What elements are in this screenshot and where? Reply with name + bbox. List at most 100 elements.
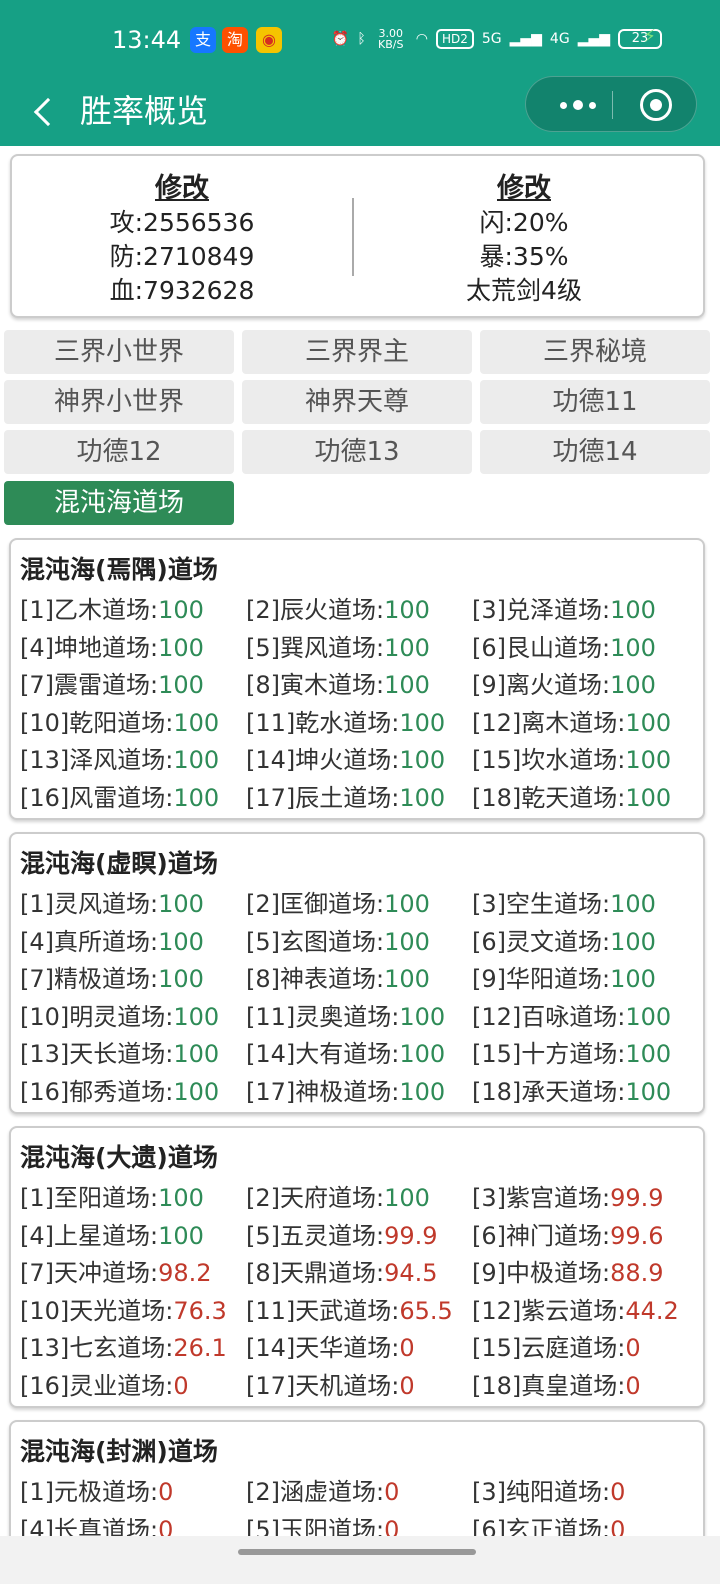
win-rate-value: 100 bbox=[399, 1078, 446, 1106]
signal-4g-label: 4G bbox=[549, 31, 570, 47]
tab-gongde-12[interactable]: 功德12 bbox=[4, 430, 234, 474]
close-miniprogram-button[interactable] bbox=[640, 89, 672, 121]
win-rate-value: 100 bbox=[384, 927, 430, 956]
win-rate-value: 26.1 bbox=[173, 1334, 227, 1363]
win-rate-value: 100 bbox=[399, 1040, 446, 1069]
win-rate-value: 100 bbox=[399, 746, 446, 775]
win-rate-value: 0 bbox=[399, 1334, 415, 1363]
stats-card: 修改 攻:2556536 防:2710849 血:7932628 修改 闪:20… bbox=[10, 154, 705, 318]
dojo-name: [8]寅木道场: bbox=[246, 671, 385, 700]
dojo-entry: [10]天光道场:76.3 bbox=[20, 1291, 227, 1326]
win-rate-value: 100 bbox=[610, 633, 656, 662]
dojo-section: 混沌海(大遗)道场 [1]至阳道场:100 [2]天府道场:100 [3]紫宫道场:9… bbox=[9, 1126, 705, 1408]
win-rate-value: 100 bbox=[625, 784, 672, 812]
dojo-entry: [8]天鼎道场:94.5 bbox=[246, 1253, 438, 1288]
dojo-name: [17]天机道场: bbox=[246, 1372, 400, 1400]
dojo-entry: [13]天长道场:100 bbox=[20, 1034, 219, 1069]
weibo-icon: ◉ bbox=[256, 27, 282, 53]
hd-badge: HD2 bbox=[435, 29, 474, 49]
win-rate-value: 100 bbox=[625, 746, 672, 775]
win-rate-value: 44.2 bbox=[625, 1296, 679, 1325]
back-arrow-icon bbox=[33, 97, 63, 127]
sword-level: 太荒剑4级 bbox=[466, 276, 582, 305]
signal-5g-icon: ▂▄▆ bbox=[509, 31, 542, 47]
tab-sanjie-lord[interactable]: 三界界主 bbox=[242, 330, 472, 374]
dojo-entry: [16]风雷道场:100 bbox=[20, 778, 219, 813]
win-rate-value: 100 bbox=[384, 890, 430, 918]
tab-gongde-13[interactable]: 功德13 bbox=[242, 430, 472, 474]
tab-shenjie-tianzun[interactable]: 神界天尊 bbox=[242, 380, 472, 424]
win-rate-value: 0 bbox=[399, 1372, 415, 1400]
dojo-entry: [17]神极道场:100 bbox=[246, 1072, 445, 1107]
dojo-name: [9]华阳道场: bbox=[472, 965, 611, 994]
tab-shenjie-small-world[interactable]: 神界小世界 bbox=[4, 380, 234, 424]
dojo-name: [2]涵虚道场: bbox=[246, 1478, 385, 1506]
win-rate-value: 0 bbox=[625, 1334, 641, 1363]
dojo-entry: [10]乾阳道场:100 bbox=[20, 703, 219, 738]
dojo-name: [1]元极道场: bbox=[20, 1478, 159, 1506]
tab-gongde-11[interactable]: 功德11 bbox=[480, 380, 710, 424]
dojo-entry: [5]巽风道场:100 bbox=[246, 628, 430, 663]
edit-bonus-link[interactable]: 修改 bbox=[354, 172, 694, 206]
dojo-name: [17]神极道场: bbox=[246, 1078, 400, 1106]
more-dot-icon bbox=[589, 101, 596, 109]
tab-sanjie-secret-realm[interactable]: 三界秘境 bbox=[480, 330, 710, 374]
alarm-icon: ⏰ bbox=[331, 31, 350, 47]
dojo-entry: [17]辰土道场:100 bbox=[246, 778, 445, 813]
win-rate-value: 0 bbox=[610, 1478, 626, 1506]
section-title: 混沌海(封渊)道场 bbox=[20, 1437, 218, 1466]
tab-gongde-14[interactable]: 功德14 bbox=[480, 430, 710, 474]
dojo-entry: [12]百咏道场:100 bbox=[472, 997, 671, 1032]
dojo-entry: [11]天武道场:65.5 bbox=[246, 1291, 453, 1326]
win-rate-value: 65.5 bbox=[399, 1296, 453, 1325]
win-rate-value: 100 bbox=[625, 1002, 672, 1031]
back-button[interactable] bbox=[24, 88, 64, 136]
dojo-entry: [2]匡御道场:100 bbox=[246, 884, 430, 919]
win-rate-value: 100 bbox=[158, 1221, 204, 1250]
dojo-section: 混沌海(封渊)道场 [1]元极道场:0 [2]涵虚道场:0 [3]纯阳道场:0 [4]长… bbox=[9, 1420, 705, 1536]
dojo-entry: [7]天冲道场:98.2 bbox=[20, 1253, 212, 1288]
nav-bar: 胜率概览 bbox=[0, 76, 720, 146]
dojo-name: [15]十方道场: bbox=[472, 1040, 626, 1069]
home-indicator[interactable] bbox=[238, 1549, 476, 1555]
charging-icon: ⚡ bbox=[643, 26, 656, 47]
bluetooth-icon: ᛒ bbox=[357, 31, 366, 47]
dojo-name: [3]兑泽道场: bbox=[472, 596, 611, 624]
dojo-entry: [15]云庭道场:0 bbox=[472, 1328, 641, 1363]
dojo-name: [5]玉阳道场: bbox=[246, 1515, 385, 1536]
dojo-entry: [2]天府道场:100 bbox=[246, 1178, 430, 1213]
wifi-icon: ◠ bbox=[415, 31, 428, 47]
win-rate-value: 100 bbox=[610, 596, 656, 624]
dojo-entry: [8]神表道场:100 bbox=[246, 959, 430, 994]
dojo-entry: [17]天机道场:0 bbox=[246, 1366, 415, 1401]
tab-sanjie-small-world[interactable]: 三界小世界 bbox=[4, 330, 234, 374]
more-button[interactable] bbox=[548, 77, 608, 133]
dojo-entry: [4]上星道场:100 bbox=[20, 1216, 204, 1251]
tab-chaos-sea-dojo[interactable]: 混沌海道场 bbox=[4, 481, 234, 525]
dojo-name: [2]天府道场: bbox=[246, 1184, 385, 1212]
main-content: 修改 攻:2556536 防:2710849 血:7932628 修改 闪:20… bbox=[0, 146, 720, 1536]
dojo-name: [7]精极道场: bbox=[20, 965, 159, 994]
win-rate-value: 100 bbox=[625, 1040, 672, 1069]
dojo-name: [6]神门道场: bbox=[472, 1221, 611, 1250]
win-rate-value: 100 bbox=[384, 671, 430, 700]
dojo-name: [5]五灵道场: bbox=[246, 1221, 385, 1250]
edit-attack-link[interactable]: 修改 bbox=[12, 172, 352, 206]
dojo-entry: [1]乙木道场:100 bbox=[20, 590, 204, 625]
win-rate-value: 100 bbox=[384, 596, 430, 624]
dojo-entry: [8]寅木道场:100 bbox=[246, 665, 430, 700]
status-indicators: ⏰ ᛒ 3.00 KB/S ◠ HD2 5G ▂▄▆ 4G ▂▄▆ 23 bbox=[332, 24, 662, 54]
dojo-name: [14]天华道场: bbox=[246, 1334, 400, 1363]
win-rate-value: 99.6 bbox=[610, 1221, 664, 1250]
dojo-name: [4]长真道场: bbox=[20, 1515, 159, 1536]
attack-value: 攻:2556536 bbox=[109, 208, 255, 237]
dojo-name: [10]明灵道场: bbox=[20, 1002, 174, 1031]
dojo-name: [1]乙木道场: bbox=[20, 596, 159, 624]
dojo-name: [1]至阳道场: bbox=[20, 1184, 159, 1212]
signal-4g-icon: ▂▄▆ bbox=[577, 31, 610, 47]
page-title: 胜率概览 bbox=[80, 92, 209, 130]
win-rate-value: 100 bbox=[158, 633, 204, 662]
win-rate-value: 100 bbox=[625, 708, 672, 737]
win-rate-value: 100 bbox=[610, 965, 656, 994]
dojo-name: [8]神表道场: bbox=[246, 965, 385, 994]
